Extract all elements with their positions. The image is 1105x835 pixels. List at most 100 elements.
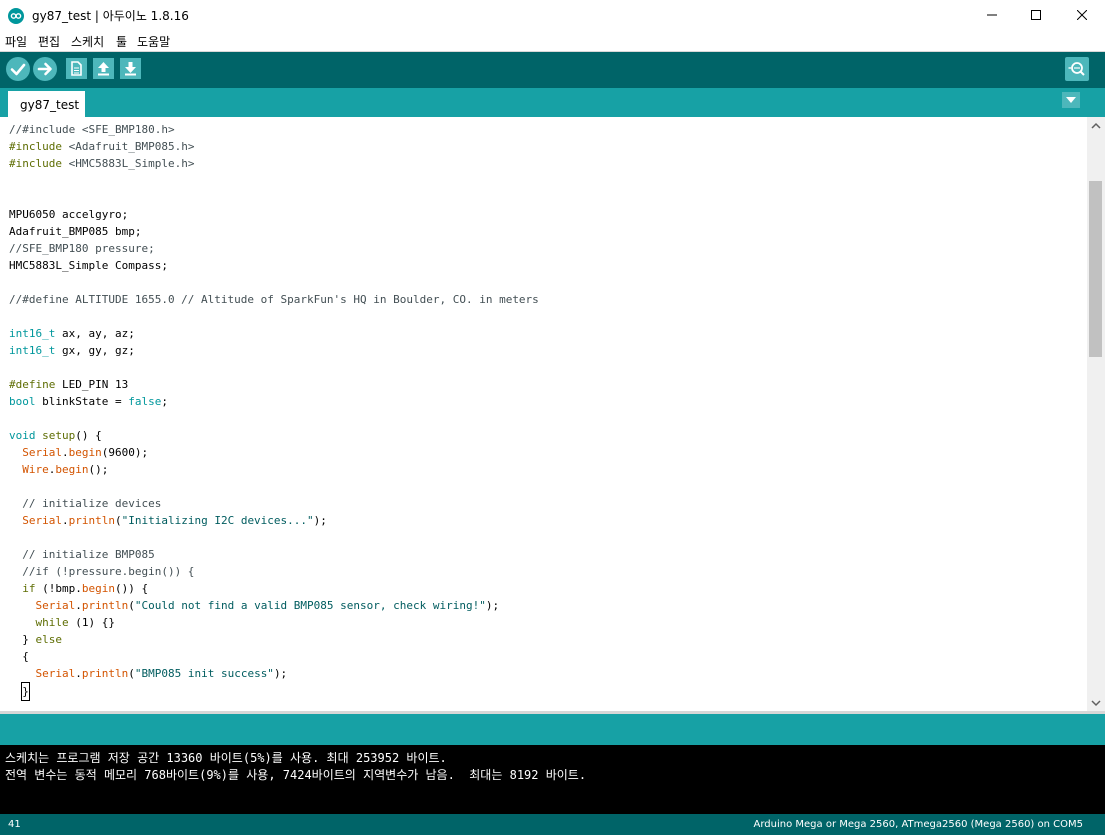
code-token: false <box>128 395 162 408</box>
code-token: while <box>35 616 69 629</box>
code-line[interactable]: #define LED_PIN 13 <box>9 376 1079 393</box>
code-token: // initialize devices <box>9 497 162 510</box>
code-line[interactable]: void setup() { <box>9 427 1079 444</box>
upload-button[interactable] <box>33 57 57 81</box>
verify-button[interactable] <box>6 57 30 81</box>
code-line[interactable]: // initialize devices <box>9 495 1079 512</box>
minimize-button[interactable] <box>969 0 1015 31</box>
open-sketch-button[interactable] <box>93 58 114 79</box>
console-line: 전역 변수는 동적 메모리 768바이트(9%)를 사용, 7424바이트의 지… <box>5 768 587 782</box>
close-button[interactable] <box>1059 0 1105 31</box>
tab-gy87-test[interactable]: gy87_test <box>8 91 85 117</box>
code-line[interactable]: Wire.begin(); <box>9 461 1079 478</box>
code-token: void <box>9 429 36 442</box>
board-info: Arduino Mega or Mega 2560, ATmega2560 (M… <box>753 819 1083 830</box>
scroll-up-button[interactable] <box>1087 117 1105 134</box>
code-token: } <box>9 633 36 646</box>
code-line[interactable] <box>9 274 1079 291</box>
code-line[interactable] <box>9 529 1079 546</box>
code-token: (9600); <box>101 446 149 459</box>
upload-icon <box>37 62 52 76</box>
code-token: begin <box>55 463 89 476</box>
code-token: //SFE_BMP180 pressure; <box>9 242 155 255</box>
code-token: #include <box>9 140 62 153</box>
code-token: ()) { <box>114 582 149 595</box>
title-bar: gy87_test | 아두이노 1.8.16 <box>0 0 1105 31</box>
status-bar <box>0 714 1105 745</box>
code-line[interactable]: #include <Adafruit_BMP085.h> <box>9 138 1079 155</box>
code-line[interactable]: HMC5883L_Simple Compass; <box>9 257 1079 274</box>
menu-file[interactable]: 파일 <box>5 33 27 50</box>
code-token: ); <box>313 514 327 527</box>
code-line[interactable] <box>9 308 1079 325</box>
code-token: ( <box>128 667 135 680</box>
new-sketch-button[interactable] <box>66 58 87 79</box>
code-token: begin <box>81 582 115 595</box>
code-line[interactable]: Serial.begin(9600); <box>9 444 1079 461</box>
code-line[interactable]: while (1) {} <box>9 614 1079 631</box>
serial-monitor-button[interactable] <box>1065 57 1089 81</box>
code-line[interactable]: if (!bmp.begin()) { <box>9 580 1079 597</box>
code-line[interactable]: Serial.println("Could not find a valid B… <box>9 597 1079 614</box>
code-line[interactable] <box>9 172 1079 189</box>
code-token: ax, ay, az; <box>55 327 135 340</box>
code-line[interactable]: Adafruit_BMP085 bmp; <box>9 223 1079 240</box>
code-token: <Adafruit_BMP085.h> <box>61 140 195 153</box>
code-token: Serial <box>35 599 76 612</box>
code-line[interactable]: //if (!pressure.begin()) { <box>9 563 1079 580</box>
code-token: "Initializing I2C devices..." <box>121 514 314 527</box>
code-token: () { <box>75 429 102 442</box>
code-editor[interactable]: //#include <SFE_BMP180.h> #include <Adafr… <box>0 117 1105 711</box>
code-line[interactable]: bool blinkState = false; <box>9 393 1079 410</box>
code-token: . <box>62 514 69 527</box>
code-token: int16_t <box>9 327 56 340</box>
code-line[interactable]: int16_t gx, gy, gz; <box>9 342 1079 359</box>
save-sketch-button[interactable] <box>120 58 141 79</box>
code-line[interactable]: Serial.println("BMP085 init success"); <box>9 665 1079 682</box>
code-line[interactable]: #include <HMC5883L_Simple.h> <box>9 155 1079 172</box>
scroll-down-button[interactable] <box>1087 694 1105 711</box>
code-line[interactable]: Serial.println("Initializing I2C devices… <box>9 512 1079 529</box>
code-line[interactable]: MPU6050 accelgyro; <box>9 206 1079 223</box>
tab-menu-button[interactable] <box>1062 92 1080 108</box>
vertical-scrollbar[interactable] <box>1087 117 1105 711</box>
verify-icon <box>10 63 26 76</box>
code-line[interactable]: } <box>9 682 1079 701</box>
code-token: (!bmp. <box>35 582 82 595</box>
code-line[interactable]: //SFE_BMP180 pressure; <box>9 240 1079 257</box>
code-line[interactable]: //#define ALTITUDE 1655.0 // Altitude of… <box>9 291 1079 308</box>
code-line[interactable] <box>9 478 1079 495</box>
code-line[interactable]: int16_t ax, ay, az; <box>9 325 1079 342</box>
menu-tools[interactable]: 툴 <box>116 33 127 50</box>
code-token: begin <box>68 446 102 459</box>
code-line[interactable] <box>9 189 1079 206</box>
menu-help[interactable]: 도움말 <box>137 33 170 50</box>
scroll-thumb[interactable] <box>1089 181 1102 357</box>
code-token: HMC5883L_Simple Compass; <box>9 259 168 272</box>
code-line[interactable] <box>9 410 1079 427</box>
code-text[interactable]: //#include <SFE_BMP180.h> #include <Adafr… <box>9 121 1079 701</box>
console-line: 스케치는 프로그램 저장 공간 13360 바이트(5%)를 사용. 최대 25… <box>5 751 447 765</box>
code-line[interactable] <box>9 359 1079 376</box>
code-line[interactable]: //#include <SFE_BMP180.h> <box>9 121 1079 138</box>
code-line[interactable]: // initialize BMP085 <box>9 546 1079 563</box>
menu-edit[interactable]: 편집 <box>38 33 60 50</box>
code-token: Serial <box>35 667 76 680</box>
maximize-button[interactable] <box>1013 0 1059 31</box>
code-token: //#define ALTITUDE 1655.0 // Altitude of… <box>9 293 539 306</box>
code-token: ( <box>114 514 122 527</box>
menu-sketch[interactable]: 스케치 <box>71 33 104 50</box>
code-token: println <box>68 514 115 527</box>
code-token: blinkState = <box>35 395 129 408</box>
code-token: //#include <SFE_BMP180.h> <box>9 123 175 136</box>
code-token: Serial <box>22 446 62 459</box>
code-line[interactable]: { <box>9 648 1079 665</box>
code-token: "BMP085 init success" <box>134 667 274 680</box>
code-line[interactable]: } else <box>9 631 1079 648</box>
code-token: } <box>21 682 30 701</box>
